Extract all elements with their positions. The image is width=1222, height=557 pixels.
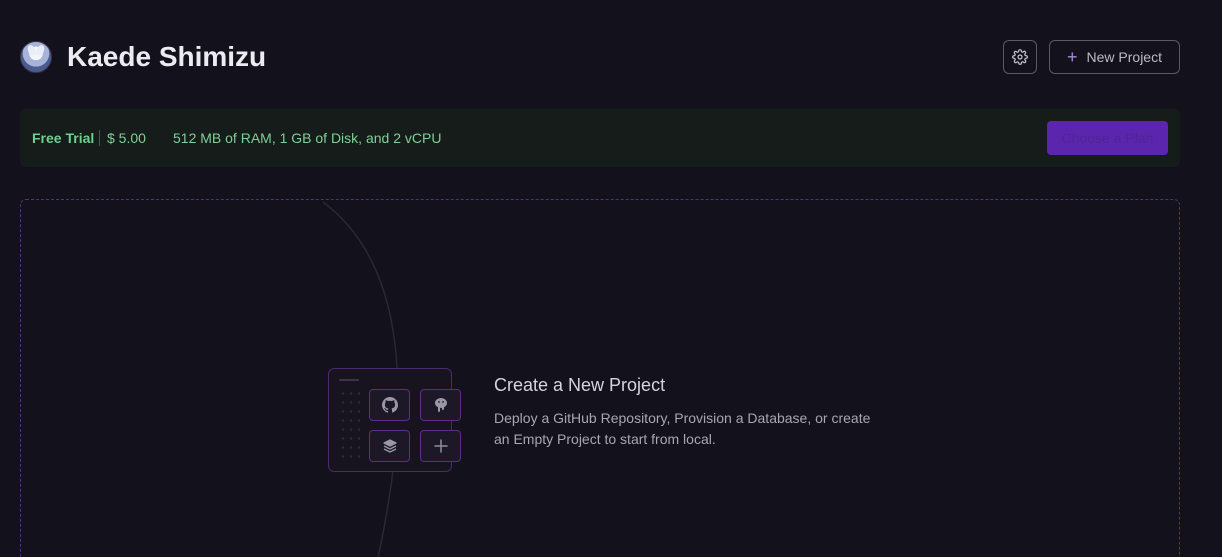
github-icon	[381, 397, 398, 413]
avatar-ear	[26, 44, 37, 56]
trial-banner: Free Trial $ 5.00 512 MB of RAM, 1 GB of…	[20, 109, 1180, 167]
create-project-description: Deploy a GitHub Repository, Provision a …	[494, 410, 871, 447]
trial-label: Free Trial	[32, 130, 95, 146]
plus-icon	[433, 439, 448, 453]
new-project-button[interactable]: + New Project	[1049, 40, 1180, 74]
avatar-ear	[35, 44, 46, 56]
trial-price: $ 5.00	[107, 130, 146, 146]
gear-icon	[1012, 49, 1028, 65]
create-project-title: Create a New Project	[494, 375, 666, 395]
choose-plan-button[interactable]: Choose a Plan	[1047, 121, 1168, 155]
github-tile	[369, 389, 410, 421]
postgres-tile	[420, 389, 461, 421]
project-illustration	[328, 368, 461, 474]
page-header: Kaede Shimizu + New Project	[20, 40, 1180, 74]
page-title: Kaede Shimizu	[67, 41, 267, 72]
avatar[interactable]	[20, 41, 52, 73]
create-project-area[interactable]: Create a New Project Deploy a GitHub Rep…	[20, 199, 1180, 557]
trial-resources: 512 MB of RAM, 1 GB of Disk, and 2 vCPU	[173, 130, 442, 146]
empty-project-tile	[420, 430, 461, 462]
postgres-icon	[434, 398, 447, 412]
illustration-line	[339, 379, 359, 381]
stack-tile	[369, 430, 410, 462]
illustration-dots	[339, 389, 363, 461]
stack-icon	[382, 439, 397, 453]
new-project-label: New Project	[1086, 49, 1162, 65]
plus-icon: +	[1067, 46, 1078, 67]
divider	[99, 130, 100, 146]
dashboard-page: Kaede Shimizu + New Project Free Trial $…	[0, 0, 1222, 557]
settings-button[interactable]	[1003, 40, 1037, 74]
